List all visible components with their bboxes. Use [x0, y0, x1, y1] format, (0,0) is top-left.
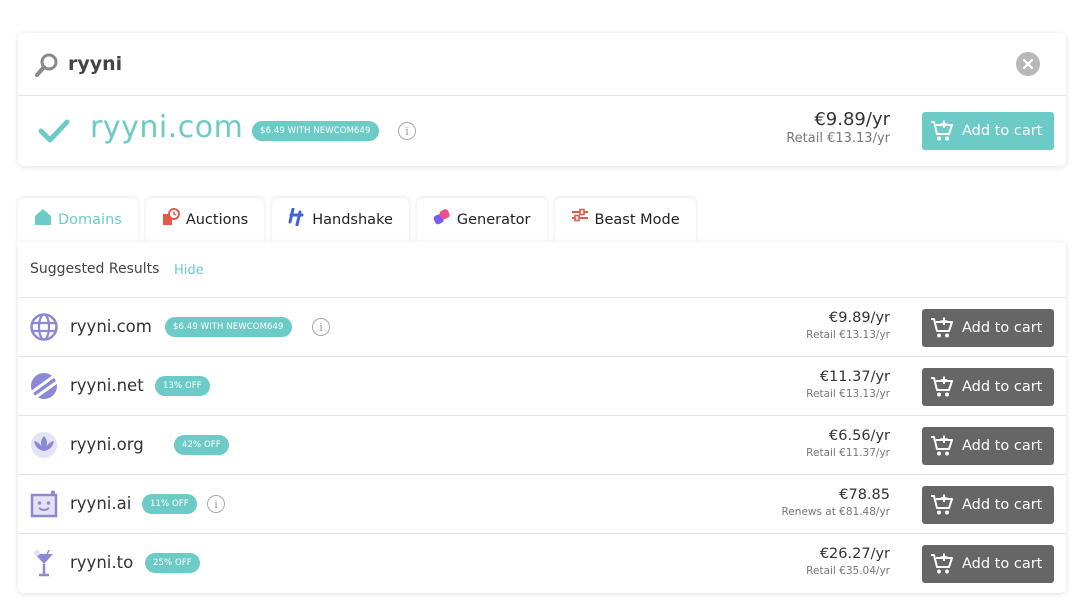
net-planet-icon [31, 373, 58, 399]
tab-auctions[interactable]: Auctions [145, 198, 265, 242]
info-icon[interactable]: i [398, 122, 416, 140]
result-row: ryyni.com $6.49 WITH NEWCOM649 i €9.89/y… [18, 298, 1066, 357]
promo-badge: $6.49 WITH NEWCOM649 [165, 317, 292, 337]
domain-name[interactable]: ryyni.org [70, 435, 144, 454]
price: €6.56/yr [829, 428, 890, 444]
cart-icon [931, 120, 953, 141]
cocktail-icon [34, 549, 53, 577]
price-block: €78.85 Renews at €81.48/yr [782, 487, 891, 518]
add-to-cart-button[interactable]: Add to cart [922, 309, 1054, 347]
tab-label: Domains [58, 212, 122, 228]
cart-icon [931, 317, 953, 338]
discount-badge: 42% OFF [174, 435, 229, 455]
renewal-price: Renews at €81.48/yr [781, 506, 891, 518]
cart-icon [931, 435, 953, 456]
handshake-icon [288, 208, 304, 226]
retail-price: Retail €13.13/yr [806, 329, 890, 341]
house-icon [35, 209, 51, 225]
clear-search-icon[interactable] [1016, 52, 1040, 76]
tab-label: Handshake [312, 212, 393, 228]
featured-price: €9.89/yr Retail €13.13/yr [786, 109, 890, 146]
discount-badge: 11% OFF [142, 494, 197, 514]
search-tabs: Domains Auctions Handshake Generator Bea… [18, 198, 704, 242]
suggested-title: Suggested Results [30, 261, 160, 277]
search-row [18, 33, 1066, 96]
tab-domains[interactable]: Domains [18, 198, 138, 242]
check-icon [38, 119, 70, 143]
result-row: ryyni.ai 11% OFF i €78.85 Renews at €81.… [18, 475, 1066, 534]
info-icon[interactable]: i [312, 318, 330, 336]
add-to-cart-label: Add to cart [962, 497, 1043, 513]
tab-handshake[interactable]: Handshake [272, 198, 409, 242]
add-to-cart-button[interactable]: Add to cart [922, 545, 1054, 583]
price: €78.85 [839, 487, 890, 503]
add-to-cart-label: Add to cart [962, 123, 1043, 139]
generator-icon [433, 209, 450, 225]
tab-label: Generator [456, 212, 531, 228]
robot-icon [30, 490, 58, 518]
add-to-cart-label: Add to cart [962, 556, 1043, 572]
featured-add-to-cart-button[interactable]: Add to cart [922, 112, 1054, 150]
domain-name[interactable]: ryyni.to [70, 553, 133, 572]
retail-price: Retail €13.13/yr [806, 388, 890, 400]
domain-name[interactable]: ryyni.ai [70, 494, 131, 513]
tab-beast-mode[interactable]: Beast Mode [554, 198, 696, 242]
add-to-cart-label: Add to cart [962, 379, 1043, 395]
price-block: €26.27/yr Retail €35.04/yr [806, 546, 890, 577]
price: €26.27/yr [819, 546, 890, 562]
price-block: €9.89/yr Retail €13.13/yr [806, 310, 890, 341]
tab-generator[interactable]: Generator [416, 198, 547, 242]
discount-badge: 13% OFF [155, 376, 210, 396]
search-icon [35, 53, 58, 77]
domain-name[interactable]: ryyni.com [70, 317, 152, 336]
add-to-cart-button[interactable]: Add to cart [922, 427, 1054, 465]
featured-domain-name: ryyni.com [90, 110, 244, 145]
result-row: ryyni.net 13% OFF €11.37/yr Retail €13.1… [18, 357, 1066, 416]
tab-label: Beast Mode [594, 212, 680, 228]
suggested-header: Suggested Results Hide [18, 242, 1066, 298]
lotus-icon [31, 432, 57, 458]
price: €9.89/yr [829, 310, 890, 326]
price: €11.37/yr [819, 369, 890, 385]
promo-badge: $6.49 WITH NEWCOM649 [252, 121, 379, 141]
domain-name[interactable]: ryyni.net [70, 376, 144, 395]
auction-icon [162, 208, 180, 225]
retail-price: Retail €11.37/yr [806, 447, 890, 459]
add-to-cart-button[interactable]: Add to cart [922, 486, 1054, 524]
cart-icon [931, 494, 953, 515]
discount-badge: 25% OFF [145, 553, 200, 573]
featured-result: ryyni.com $6.49 WITH NEWCOM649 i €9.89/y… [18, 96, 1066, 166]
retail-price: Retail €13.13/yr [786, 131, 890, 146]
tab-label: Auctions [185, 212, 249, 228]
cart-icon [931, 553, 953, 574]
cart-icon [931, 376, 953, 397]
search-input[interactable] [68, 49, 968, 79]
search-card: ryyni.com $6.49 WITH NEWCOM649 i €9.89/y… [18, 33, 1066, 166]
add-to-cart-label: Add to cart [962, 438, 1043, 454]
sliders-icon [571, 208, 588, 222]
globe-icon [30, 313, 58, 341]
price: €9.89/yr [814, 109, 890, 130]
price-block: €6.56/yr Retail €11.37/yr [806, 428, 890, 459]
result-row: ryyni.org 42% OFF €6.56/yr Retail €11.37… [18, 416, 1066, 475]
price-block: €11.37/yr Retail €13.13/yr [806, 369, 890, 400]
results-card: Suggested Results Hide ryyni.com $6.49 W… [18, 242, 1066, 593]
retail-price: Retail €35.04/yr [806, 565, 890, 577]
info-icon[interactable]: i [207, 495, 225, 513]
add-to-cart-button[interactable]: Add to cart [922, 368, 1054, 406]
hide-link[interactable]: Hide [174, 263, 204, 278]
add-to-cart-label: Add to cart [962, 320, 1043, 336]
result-row: ryyni.to 25% OFF €26.27/yr Retail €35.04… [18, 534, 1066, 593]
